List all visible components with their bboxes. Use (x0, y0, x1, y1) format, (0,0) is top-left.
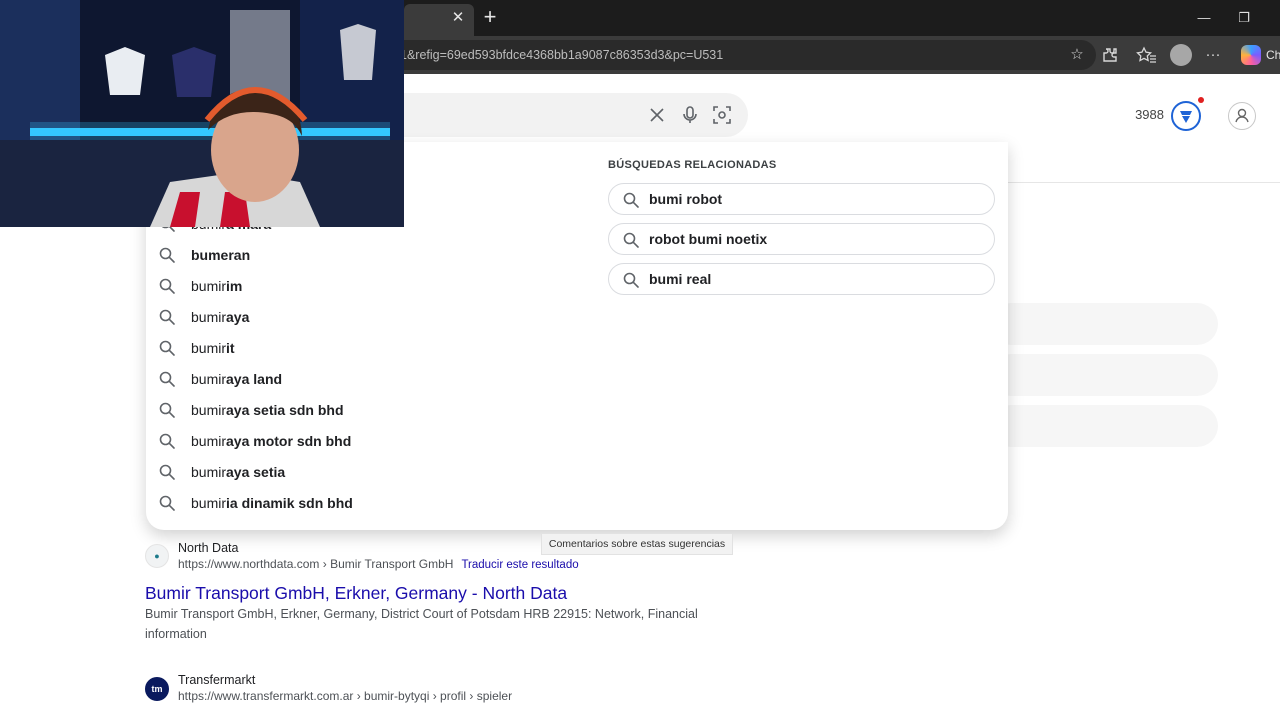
suggestion-completion: aya (226, 309, 250, 325)
suggestion-completion: ia dinamik sdn bhd (226, 495, 353, 511)
suggestion-text: bumiria dinamik sdn bhd (191, 494, 353, 512)
suggestion-typed-part: bumir (191, 309, 227, 325)
translate-link[interactable]: Traducir este resultado (461, 559, 578, 571)
result-url-text[interactable]: https://www.northdata.com › Bumir Transp… (178, 557, 453, 571)
new-tab-icon[interactable]: + (478, 6, 502, 30)
suggestion-text: bumiraya land (191, 370, 282, 388)
search-icon (158, 308, 176, 326)
result-url[interactable]: https://www.transfermarkt.com.ar › bumir… (178, 688, 512, 704)
suggestion-item[interactable]: bumiraya land (146, 364, 586, 395)
suggestion-item[interactable]: bumiraya motor sdn bhd (146, 426, 586, 457)
notification-dot (1198, 97, 1204, 103)
search-icon (158, 401, 176, 419)
suggestion-typed-part: bumir (191, 278, 227, 294)
microphone-icon[interactable] (678, 103, 702, 127)
related-search-chip[interactable]: bumi real (608, 263, 995, 295)
header-divider (1008, 182, 1280, 183)
minimize-icon[interactable]: — (1192, 8, 1216, 28)
suggestion-completion: bumeran (191, 247, 251, 263)
suggestion-item[interactable]: bumiraya setia sdn bhd (146, 395, 586, 426)
suggestion-completion: aya land (226, 371, 283, 387)
result-site-name: Transfermarkt (178, 673, 256, 687)
search-icon (622, 231, 640, 249)
rewards-icon[interactable] (1171, 101, 1201, 131)
suggestion-item[interactable]: bumiraya (146, 302, 586, 333)
related-search-chip[interactable]: robot bumi noetix (608, 223, 995, 255)
suggestion-completion: it (226, 340, 235, 356)
result-snippet: Bumir Transport GmbH, Erkner, Germany, D… (145, 607, 698, 641)
suggestions-feedback-link[interactable]: Comentarios sobre estas sugerencias (541, 533, 733, 555)
search-icon (158, 277, 176, 295)
account-icon[interactable] (1228, 102, 1256, 130)
rewards-points[interactable]: 3988 (1120, 106, 1164, 124)
suggestion-typed-part: bumir (191, 402, 227, 418)
webcam-overlay (0, 0, 404, 227)
suggestion-completion: aya motor sdn bhd (226, 433, 352, 449)
search-icon (158, 339, 176, 357)
suggestion-typed-part: bumir (191, 495, 227, 511)
suggestion-text: bumiraya motor sdn bhd (191, 432, 351, 450)
more-icon[interactable]: ··· (1202, 44, 1224, 66)
suggestion-text: bumiraya (191, 308, 249, 326)
related-search-chip[interactable]: bumi robot (608, 183, 995, 215)
suggestion-typed-part: bumir (191, 433, 227, 449)
search-icon (158, 246, 176, 264)
search-icon (158, 370, 176, 388)
search-icon (622, 271, 640, 289)
result-title-link[interactable]: Bumir Transport GmbH, Erkner, Germany - … (145, 582, 567, 604)
suggestion-text: bumeran (191, 246, 250, 264)
suggestion-completion: im (226, 278, 243, 294)
favorites-icon[interactable] (1136, 44, 1158, 66)
suggestion-text: bumiraya setia sdn bhd (191, 401, 344, 419)
suggestion-item[interactable]: bumeran (146, 240, 586, 271)
copilot-label[interactable]: Ch (1266, 46, 1280, 64)
restore-icon[interactable]: ❐ (1232, 8, 1256, 28)
suggestion-item[interactable]: bumirit (146, 333, 586, 364)
result-site-name: North Data (178, 541, 239, 555)
suggestion-typed-part: bumir (191, 464, 227, 480)
search-icon (622, 191, 640, 209)
transfermarkt-favicon: tm (145, 677, 169, 701)
related-search-label: bumi real (649, 271, 712, 287)
profile-icon[interactable] (1170, 44, 1192, 66)
search-icon (158, 463, 176, 481)
suggestion-text: bumiraya setia (191, 463, 285, 481)
related-search-label: bumi robot (649, 191, 723, 207)
search-icon (158, 494, 176, 512)
suggestion-typed-part: bumir (191, 340, 227, 356)
result-url[interactable]: https://www.northdata.com › Bumir Transp… (178, 556, 579, 573)
placeholder-block (990, 405, 1218, 447)
related-searches-title: BÚSQUEDAS RELACIONADAS (608, 159, 777, 171)
star-icon[interactable]: ☆ (1066, 44, 1088, 66)
tab-close-icon[interactable]: ✕ (448, 8, 468, 28)
suggestion-item[interactable]: bumiraya setia (146, 457, 586, 488)
clear-search-icon[interactable] (645, 103, 669, 127)
suggestion-item[interactable]: bumiria dinamik sdn bhd (146, 488, 586, 519)
suggestion-typed-part: bumir (191, 371, 227, 387)
search-icon (158, 432, 176, 450)
suggestion-completion: aya setia sdn bhd (226, 402, 344, 418)
extensions-icon[interactable] (1099, 44, 1121, 66)
suggestion-text: bumirim (191, 277, 242, 295)
suggestion-completion: aya setia (226, 464, 286, 480)
related-search-label: robot bumi noetix (649, 231, 768, 247)
suggestion-item[interactable]: bumirim (146, 271, 586, 302)
placeholder-block (990, 354, 1218, 396)
northdata-favicon: ● (145, 544, 169, 568)
suggestion-text: bumirit (191, 339, 235, 357)
address-url[interactable]: 1&refig=69ed593bfdce4368bb1a9087c86353d3… (400, 46, 723, 64)
copilot-icon[interactable] (1241, 45, 1261, 65)
visual-search-icon[interactable] (710, 103, 734, 127)
placeholder-block (990, 303, 1218, 345)
